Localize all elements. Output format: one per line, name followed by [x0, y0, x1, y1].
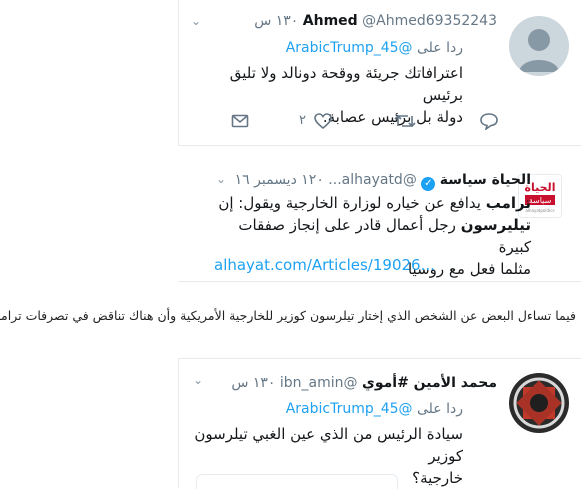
default-avatar[interactable]	[509, 16, 569, 76]
reply-mention-link[interactable]: @ArabicTrump_45	[286, 401, 413, 417]
tweet-header: الحياة سياسة ✓ @alhayatd... ١٢٠ ديسمبر ١…	[235, 172, 531, 191]
reply-icon[interactable]	[479, 112, 499, 132]
display-name[interactable]: Ahmed	[303, 13, 358, 29]
bold-keyword: تيليرسون	[460, 216, 531, 234]
display-name[interactable]: الحياة سياسة	[440, 172, 531, 188]
tweet-ahmed[interactable]: ⌄ Ahmed @Ahmed69352243 ١٣٠ س ردا على @Ar…	[178, 0, 581, 146]
logo-sub: سياسة	[529, 196, 552, 205]
user-handle[interactable]: @Ahmed69352243	[362, 13, 497, 29]
chevron-down-icon[interactable]: ⌄	[193, 373, 203, 387]
user-handle[interactable]: @alhayatd...	[328, 172, 417, 188]
tweet-text-line: تيليرسون رجل أعمال قادر على إنجاز صفقات …	[211, 214, 531, 258]
tweet-alhayat[interactable]: الحياة سياسة alhayatpolitics ⌄ الحياة سياس…	[178, 146, 581, 282]
reply-prefix: ردا على	[417, 40, 463, 56]
message-icon[interactable]	[231, 112, 249, 132]
like-count: ٢	[299, 113, 306, 128]
tweet-text-line: سيادة الرئيس من الذي عين الغبي تيلرسون ك…	[194, 425, 463, 465]
timestamp[interactable]: ١٣٠ س	[231, 375, 275, 391]
bold-keyword: ترامب	[485, 194, 531, 212]
tweet-text-line: اعترافاتك جريئة ووقحة دونالد ولا تليق بر…	[229, 64, 463, 104]
reply-to: ردا على @ArabicTrump_45	[286, 401, 463, 417]
quoted-card-edge	[196, 474, 398, 489]
tweet-ibn-amin[interactable]: ⌄ محمد الأمين #أموي @ibn_amin ١٣٠ س ردا …	[178, 358, 581, 488]
tweet-header: محمد الأمين #أموي @ibn_amin ١٣٠ س	[231, 375, 497, 391]
user-handle[interactable]: @ibn_amin	[280, 375, 358, 391]
timestamp[interactable]: ١٢٠ ديسمبر ١٦	[235, 172, 324, 188]
timestamp[interactable]: ١٣٠ س	[254, 13, 298, 29]
like-icon[interactable]	[314, 112, 332, 132]
reply-mention-link[interactable]: @ArabicTrump_45	[286, 40, 413, 56]
chevron-down-icon[interactable]: ⌄	[191, 14, 201, 28]
article-link[interactable]: alhayat.com/Articles/19026...	[214, 256, 435, 274]
reply-prefix: ردا على	[417, 401, 463, 417]
display-name[interactable]: محمد الأمين #أموي	[362, 375, 497, 391]
chevron-down-icon[interactable]: ⌄	[216, 172, 226, 186]
reply-to: ردا على @ArabicTrump_45	[286, 40, 463, 56]
article-paragraph: فيما تساءل البعض عن الشخص الذي إختار تيل…	[0, 308, 576, 323]
user-avatar[interactable]	[509, 373, 569, 433]
tweet-text-segment: يدافع عن خياره لوزارة الخارجية ويقول: إن	[218, 194, 486, 212]
tweet-text-line: ترامب يدافع عن خياره لوزارة الخارجية ويق…	[211, 192, 531, 214]
verified-badge-icon: ✓	[421, 177, 436, 191]
retweet-icon[interactable]	[394, 112, 416, 132]
tweet-header: Ahmed @Ahmed69352243 ١٣٠ س	[254, 13, 497, 29]
